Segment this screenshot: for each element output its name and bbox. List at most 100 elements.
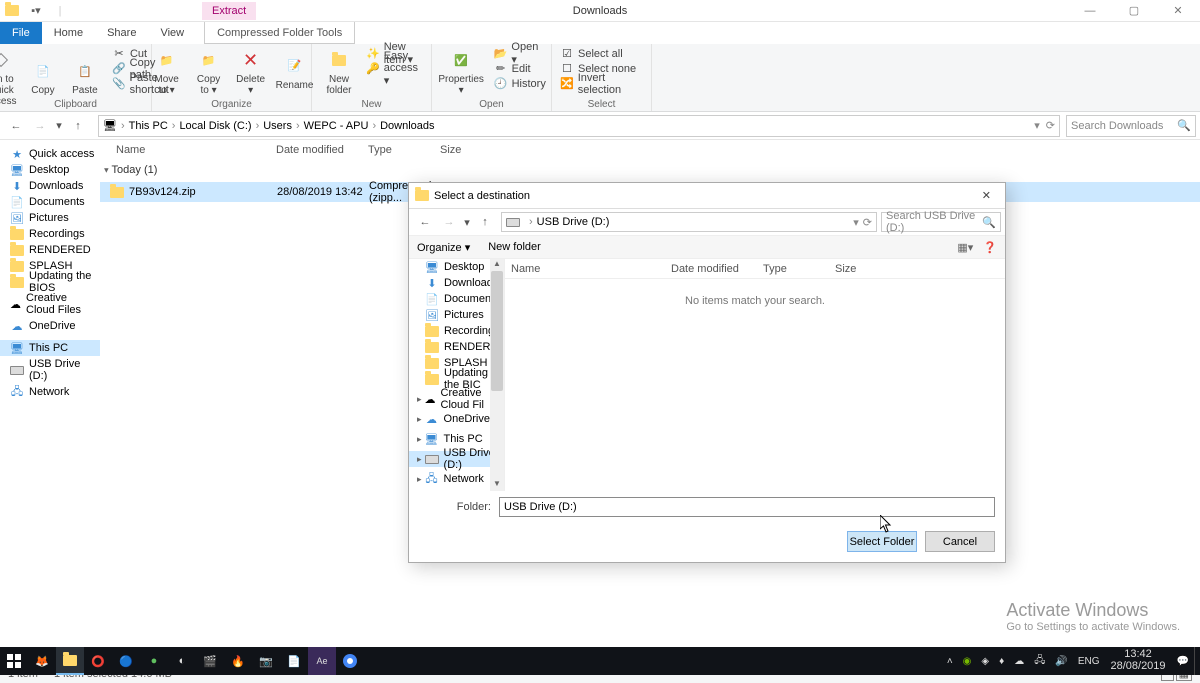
taskbar-app[interactable]: 🦊 [28, 647, 56, 675]
tray-notifications-icon[interactable]: 💬 [1172, 656, 1194, 667]
taskbar-app[interactable]: ● [140, 647, 168, 675]
refresh-icon[interactable]: ⟳ [1046, 119, 1055, 132]
qat-dropdown-icon[interactable]: ▪▾ [27, 2, 45, 20]
dlg-help-icon[interactable]: ❓ [983, 241, 997, 254]
tray-app-icon[interactable]: ♦ [994, 656, 1009, 667]
nav-updating-bios[interactable]: Updating the BIOS [0, 274, 100, 290]
dlg-back-button[interactable]: ← [413, 216, 437, 228]
properties-button[interactable]: ✅Properties ▾ [435, 46, 488, 98]
taskbar-app[interactable]: ◐ [168, 647, 196, 675]
select-all-button[interactable]: ☑Select all [558, 46, 645, 61]
crumb-item[interactable]: Users [263, 120, 292, 132]
taskbar-explorer[interactable] [56, 647, 84, 675]
start-button[interactable] [0, 647, 28, 675]
dlg-col-size[interactable]: Size [829, 263, 889, 275]
minimize-button[interactable]: — [1068, 0, 1112, 22]
tray-clock[interactable]: 13:4228/08/2019 [1104, 649, 1171, 672]
dlg-new-folder-button[interactable]: New folder [488, 241, 541, 253]
dialog-close-button[interactable]: ✕ [974, 189, 999, 202]
dlg-addr-dropdown-icon[interactable]: ▾ [853, 216, 859, 229]
tab-file[interactable]: File [0, 22, 42, 44]
dlg-col-date[interactable]: Date modified [665, 263, 757, 275]
history-button[interactable]: 🕘History [492, 76, 549, 91]
col-name[interactable]: Name [110, 144, 270, 156]
cancel-button[interactable]: Cancel [925, 531, 995, 552]
tray-lang[interactable]: ENG [1073, 656, 1105, 667]
tray-app-icon[interactable]: ◈ [976, 656, 994, 667]
easy-access-button[interactable]: 🔑Easy access ▾ [364, 61, 425, 76]
scroll-down-icon[interactable]: ▼ [490, 479, 504, 491]
nav-documents[interactable]: 📄Documents [0, 194, 100, 210]
col-size[interactable]: Size [434, 144, 494, 156]
tray-onedrive-icon[interactable]: ☁ [1009, 656, 1029, 667]
dlg-breadcrumb[interactable]: › USB Drive (D:) ▾ ⟳ [501, 212, 877, 232]
tab-view[interactable]: View [148, 22, 196, 44]
forward-button[interactable]: → [28, 120, 52, 132]
nav-downloads[interactable]: ⬇Downloads [0, 178, 100, 194]
taskbar-app[interactable]: Ae [308, 647, 336, 675]
edit-button[interactable]: ✏Edit [492, 61, 549, 76]
dlg-col-type[interactable]: Type [757, 263, 829, 275]
nav-ccf[interactable]: ☁Creative Cloud Files [0, 296, 100, 312]
breadcrumb[interactable]: 🖥 ›This PC ›Local Disk (C:) ›Users ›WEPC… [98, 115, 1060, 137]
scroll-up-icon[interactable]: ▲ [490, 259, 504, 271]
dlg-organize-button[interactable]: Organize ▾ [417, 241, 470, 254]
back-button[interactable]: ← [4, 120, 28, 132]
nav-network[interactable]: 🖧Network [0, 384, 100, 400]
open-button[interactable]: 📂Open ▾ [492, 46, 549, 61]
tray-volume-icon[interactable]: 🔊 [1050, 656, 1072, 667]
col-type[interactable]: Type [362, 144, 434, 156]
dlg-recent-button[interactable]: ▾ [461, 216, 473, 229]
dlg-crumb-item[interactable]: USB Drive (D:) [537, 216, 610, 228]
recent-button[interactable]: ▾ [52, 119, 66, 132]
new-folder-button[interactable]: New folder [318, 46, 360, 98]
tray-nvidia-icon[interactable]: ◉ [958, 656, 977, 667]
dlg-search-input[interactable]: Search USB Drive (D:) 🔍 [881, 212, 1001, 232]
show-desktop-button[interactable] [1194, 647, 1200, 675]
maximize-button[interactable]: ▢ [1112, 0, 1156, 22]
group-today[interactable]: ▸Today (1) [100, 160, 1200, 180]
dlg-tree-scrollbar[interactable]: ▲ ▼ [490, 259, 504, 491]
copy-to-button[interactable]: 📁Copy to ▾ [188, 46, 230, 98]
up-button[interactable]: ↑ [66, 120, 90, 132]
dlg-refresh-icon[interactable]: ⟳ [863, 216, 872, 229]
nav-onedrive[interactable]: ☁OneDrive [0, 318, 100, 334]
dlg-up-button[interactable]: ↑ [473, 216, 497, 228]
scroll-thumb[interactable] [491, 271, 503, 391]
select-folder-button[interactable]: Select Folder [847, 531, 917, 552]
crumb-item[interactable]: This PC [129, 120, 168, 132]
dlg-folder-input[interactable] [499, 497, 995, 517]
nav-pictures[interactable]: 🖼Pictures [0, 210, 100, 226]
search-input[interactable]: Search Downloads 🔍 [1066, 115, 1196, 137]
nav-desktop[interactable]: 🖥Desktop [0, 162, 100, 178]
close-button[interactable]: ✕ [1156, 0, 1200, 22]
invert-selection-button[interactable]: 🔀Invert selection [558, 76, 645, 91]
nav-usb-drive[interactable]: USB Drive (D:) [0, 362, 100, 378]
taskbar-app[interactable]: 📄 [280, 647, 308, 675]
nav-rendered[interactable]: RENDERED [0, 242, 100, 258]
taskbar-app[interactable]: 🎬 [196, 647, 224, 675]
taskbar-app[interactable]: 📷 [252, 647, 280, 675]
tray-network-icon[interactable]: 🖧 [1029, 653, 1050, 670]
crumb-item[interactable]: Downloads [380, 120, 434, 132]
addr-dropdown-icon[interactable]: ▾ [1034, 119, 1040, 132]
rename-button[interactable]: 📝Rename [272, 46, 318, 98]
dlg-col-name[interactable]: Name [505, 263, 665, 275]
dlg-view-button[interactable]: ▦▾ [957, 241, 973, 254]
tab-share[interactable]: Share [95, 22, 148, 44]
taskbar-app[interactable]: ⭕ [84, 647, 112, 675]
nav-quick-access[interactable]: ★Quick access [0, 146, 100, 162]
nav-this-pc[interactable]: 🖥This PC [0, 340, 100, 356]
delete-button[interactable]: ✕Delete ▾ [230, 46, 272, 98]
tab-compressed-tools[interactable]: Compressed Folder Tools [204, 22, 355, 44]
tray-chevron-icon[interactable]: ˄ [942, 656, 958, 667]
taskbar-app[interactable]: 🔥 [224, 647, 252, 675]
dlg-forward-button[interactable]: → [437, 216, 461, 228]
context-tab-extract[interactable]: Extract [202, 2, 256, 20]
nav-recordings[interactable]: Recordings [0, 226, 100, 242]
taskbar-app[interactable]: 🔵 [112, 647, 140, 675]
move-to-button[interactable]: 📁Move to ▾ [146, 46, 188, 98]
taskbar-chrome[interactable] [336, 647, 364, 675]
tab-home[interactable]: Home [42, 22, 95, 44]
col-date[interactable]: Date modified [270, 144, 362, 156]
